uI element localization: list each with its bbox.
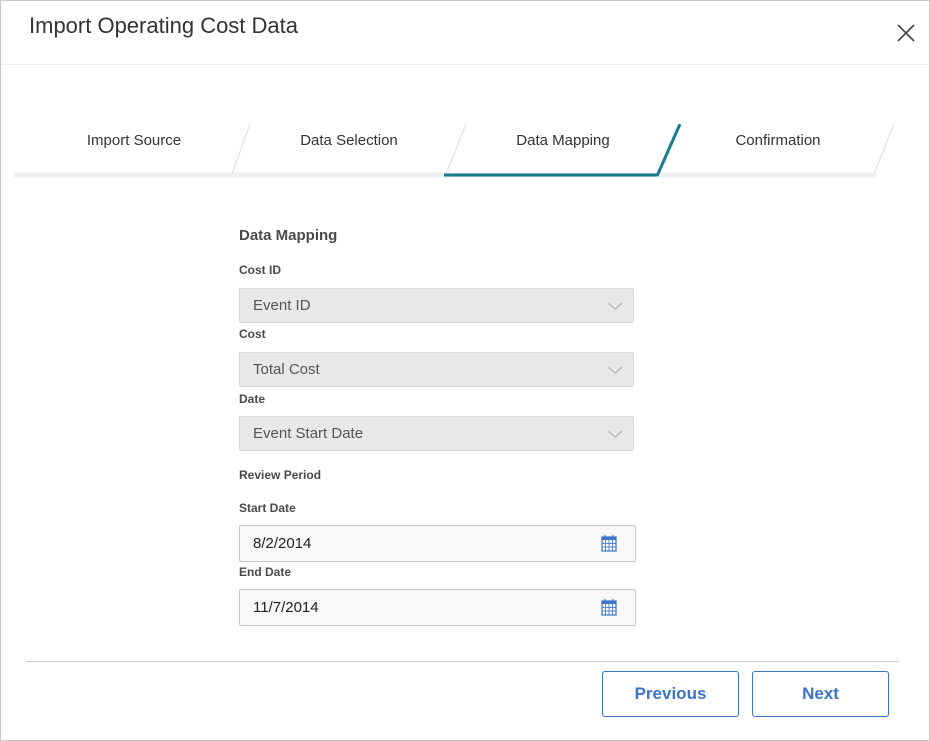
review-period-label: Review Period [239,468,322,482]
chevron-down-icon [607,430,623,438]
wizard-steps: Import Source Data Selection Data Mappin… [14,124,895,178]
cost-label: Cost [239,327,266,341]
section-title: Data Mapping [239,227,338,244]
close-icon [897,24,915,42]
start-date-field[interactable]: 8/2/2014 [239,525,636,562]
cost-id-select[interactable]: Event ID [239,288,634,323]
footer-divider [26,661,899,662]
close-button[interactable] [894,21,918,45]
calendar-icon[interactable] [601,534,617,552]
step-confirmation[interactable]: Confirmation [667,124,889,160]
start-date-label: Start Date [239,501,296,515]
step-data-mapping[interactable]: Data Mapping [452,124,674,160]
end-date-label: End Date [239,565,292,579]
previous-button[interactable]: Previous [602,671,739,717]
calendar-icon[interactable] [601,598,617,616]
import-dialog: Import Operating Cost Data Import Source… [0,0,930,741]
next-button[interactable]: Next [752,671,889,717]
date-value: Event Start Date [253,425,364,442]
step-import-source[interactable]: Import Source [24,124,244,160]
chevron-down-icon [607,366,623,374]
dialog-header: Import Operating Cost Data [1,1,929,65]
cost-id-label: Cost ID [239,263,281,277]
dialog-title: Import Operating Cost Data [29,13,299,38]
cost-id-value: Event ID [253,297,311,314]
end-date-field[interactable]: 11/7/2014 [239,589,636,626]
cost-select[interactable]: Total Cost [239,352,634,387]
step-data-selection[interactable]: Data Selection [239,124,459,160]
date-select[interactable]: Event Start Date [239,416,634,451]
start-date-value: 8/2/2014 [253,535,312,552]
date-label: Date [239,392,266,406]
chevron-down-icon [607,302,623,310]
end-date-value: 11/7/2014 [253,599,319,616]
cost-value: Total Cost [253,361,320,378]
